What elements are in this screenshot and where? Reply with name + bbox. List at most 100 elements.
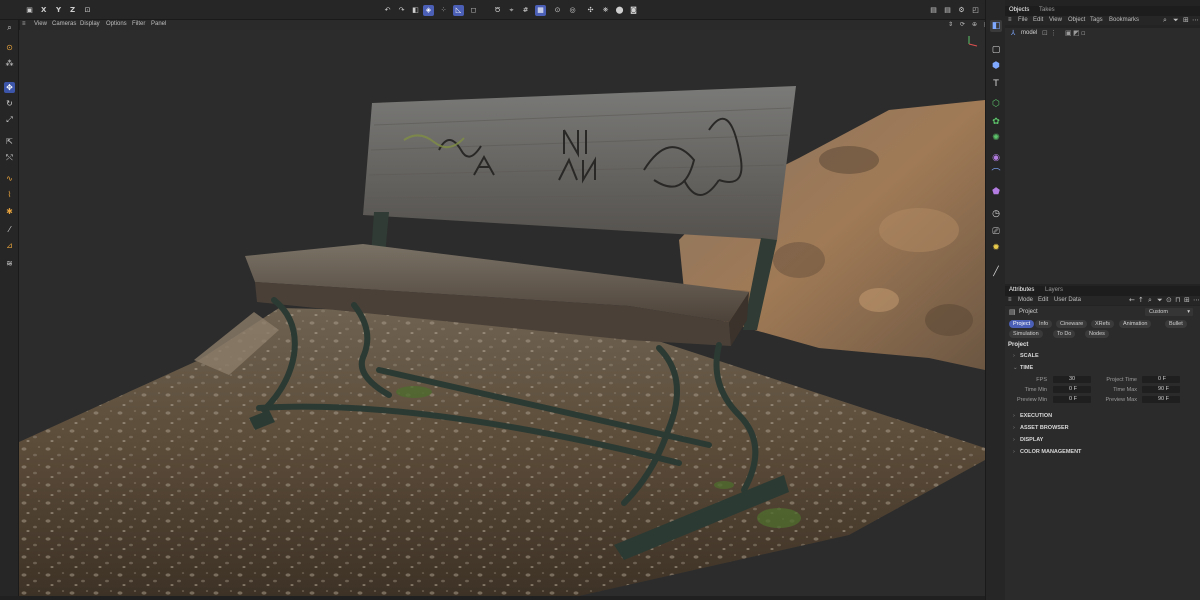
- brush-icon[interactable]: ⁄: [4, 224, 15, 235]
- phong-tag-icon[interactable]: ▫: [1081, 29, 1086, 37]
- attributes-menu-edit[interactable]: Edit: [1038, 297, 1048, 303]
- maximize-icon[interactable]: ◰: [970, 5, 981, 16]
- fps-field[interactable]: 30: [1053, 376, 1091, 383]
- section-scale[interactable]: › SCALE: [1013, 353, 1039, 359]
- attributes-hamburger-icon[interactable]: ≡: [1008, 297, 1012, 303]
- coordinate-system-icon[interactable]: ⊡: [82, 5, 93, 16]
- pen-icon[interactable]: ╱: [990, 266, 1002, 278]
- preset-dropdown[interactable]: Custom ▾: [1145, 308, 1193, 316]
- pill-xrefs[interactable]: XRefs: [1091, 320, 1114, 328]
- section-time[interactable]: ⌄ TIME: [1013, 365, 1033, 371]
- objects-search-icon[interactable]: ⌕: [1163, 16, 1167, 25]
- transform-tool-icon[interactable]: ⇱: [4, 136, 15, 147]
- deformer-icon[interactable]: ✺: [990, 132, 1002, 144]
- objects-menu-object[interactable]: Object: [1068, 17, 1085, 23]
- spline-primitive-icon[interactable]: ⌒: [990, 168, 1002, 180]
- rotate-tool-icon[interactable]: ↻: [4, 98, 15, 109]
- volume-icon[interactable]: ⬟: [990, 186, 1002, 198]
- axis-y-toggle[interactable]: Y: [56, 6, 61, 14]
- object-manager-icon[interactable]: ◧: [990, 20, 1002, 32]
- render-preset-icon[interactable]: ◙: [628, 5, 639, 16]
- objects-filter-icon[interactable]: ⏷: [1173, 16, 1179, 25]
- paint-icon[interactable]: ⊿: [4, 240, 15, 251]
- pill-animation[interactable]: Animation: [1119, 320, 1152, 328]
- menu-panel[interactable]: Panel: [151, 21, 166, 27]
- axis-tool-icon[interactable]: ⤲: [4, 152, 15, 163]
- attr-bookmark-icon[interactable]: ⊙: [1166, 296, 1172, 304]
- tab-takes[interactable]: Takes: [1039, 7, 1055, 13]
- render-picture-viewer-icon[interactable]: ⛯: [600, 5, 611, 16]
- search-icon[interactable]: ⌕: [4, 22, 15, 33]
- hud-icon[interactable]: ▤: [942, 5, 953, 16]
- snap-icon[interactable]: ⌖: [506, 5, 517, 16]
- pill-cineware[interactable]: Cineware: [1056, 320, 1088, 328]
- camera-icon[interactable]: ⎚: [990, 226, 1002, 238]
- render-settings-icon[interactable]: ◎: [567, 5, 578, 16]
- viewport-settings-icon[interactable]: ⚙: [956, 5, 967, 16]
- object-row-model[interactable]: ⅄ model ⊡ ⋮ ▣ ◩ ▫: [1009, 29, 1195, 37]
- polygon-pen-icon[interactable]: ✱: [4, 206, 15, 217]
- material-tag-icon[interactable]: ▣: [1065, 29, 1072, 37]
- knife-tool-icon[interactable]: ⌇: [4, 189, 15, 200]
- hamburger-icon[interactable]: ≡: [22, 21, 26, 27]
- section-asset-browser[interactable]: › ASSET BROWSER: [1013, 425, 1069, 431]
- menu-options[interactable]: Options: [106, 21, 127, 27]
- polygons-mode-icon[interactable]: ◻: [468, 5, 479, 16]
- pill-nodes[interactable]: Nodes: [1085, 330, 1109, 338]
- 3d-viewport[interactable]: [19, 30, 985, 596]
- pill-simulation[interactable]: Simulation: [1009, 330, 1043, 338]
- menu-display[interactable]: Display: [80, 21, 100, 27]
- back-arrow-icon[interactable]: ←: [1129, 296, 1135, 304]
- hair-tool-icon[interactable]: ≋: [4, 258, 15, 269]
- preview-max-field[interactable]: 90 F: [1142, 396, 1180, 403]
- texture-tag-icon[interactable]: ◩: [1073, 29, 1080, 37]
- menu-cameras[interactable]: Cameras: [52, 21, 76, 27]
- attributes-menu-mode[interactable]: Mode: [1018, 297, 1033, 303]
- section-execution[interactable]: › EXECUTION: [1013, 413, 1052, 419]
- attributes-menu-user-data[interactable]: User Data: [1054, 297, 1081, 303]
- axis-x-toggle[interactable]: X: [41, 6, 46, 14]
- preview-min-field[interactable]: 0 F: [1053, 396, 1091, 403]
- undo-icon[interactable]: ↶: [382, 5, 393, 16]
- spline-tool-icon[interactable]: ∿: [4, 173, 15, 184]
- section-color-management[interactable]: › COLOR MANAGEMENT: [1013, 449, 1081, 455]
- objects-menu-edit[interactable]: Edit: [1033, 17, 1043, 23]
- magnet-icon[interactable]: Ծ: [492, 5, 503, 16]
- objects-menu-bookmarks[interactable]: Bookmarks: [1109, 17, 1139, 23]
- pill-todo[interactable]: To Do: [1053, 330, 1076, 338]
- scene-icon[interactable]: ◷: [990, 208, 1002, 220]
- redo-icon[interactable]: ↷: [396, 5, 407, 16]
- layout-icon[interactable]: ▤: [928, 5, 939, 16]
- cube-icon[interactable]: ⬢: [990, 60, 1002, 72]
- render-view-icon[interactable]: ✣: [585, 5, 596, 16]
- pill-bullet[interactable]: Bullet: [1165, 320, 1187, 328]
- edges-mode-icon[interactable]: ◺: [453, 5, 464, 16]
- attr-more-icon[interactable]: ⋯: [1193, 296, 1200, 304]
- objects-more-icon[interactable]: ⋯: [1192, 16, 1199, 24]
- tab-attributes[interactable]: Attributes: [1009, 287, 1034, 293]
- light-icon[interactable]: ✹: [990, 242, 1002, 254]
- tab-objects[interactable]: Objects: [1009, 7, 1029, 13]
- menu-filter[interactable]: Filter: [132, 21, 145, 27]
- model-mode-icon[interactable]: ◈: [423, 5, 434, 16]
- render-region-icon[interactable]: ▣: [24, 5, 35, 16]
- object-enable-icon[interactable]: ⋮: [1050, 29, 1057, 37]
- frame-icon[interactable]: ▢: [990, 44, 1002, 56]
- pill-project[interactable]: Project: [1009, 320, 1035, 328]
- lock-icon[interactable]: ⊓: [1175, 296, 1180, 304]
- points-mode-icon[interactable]: ⁘: [438, 5, 449, 16]
- objects-hamburger-icon[interactable]: ≡: [1008, 17, 1012, 23]
- workplane-icon[interactable]: ▦: [535, 5, 546, 16]
- cube-object-icon[interactable]: ◧: [410, 5, 421, 16]
- grid-icon[interactable]: #: [520, 5, 531, 16]
- target-icon[interactable]: ⊙: [552, 5, 563, 16]
- objects-menu-file[interactable]: File: [1018, 17, 1028, 23]
- objects-new-icon[interactable]: ⊞: [1183, 16, 1189, 24]
- objects-menu-tags[interactable]: Tags: [1090, 17, 1103, 23]
- section-display[interactable]: › DISPLAY: [1013, 437, 1043, 443]
- scale-tool-icon[interactable]: ⤢: [4, 114, 15, 125]
- pill-info[interactable]: Info: [1035, 320, 1053, 328]
- axis-z-toggle[interactable]: Z: [70, 6, 75, 14]
- menu-view[interactable]: View: [34, 21, 47, 27]
- selection-icon[interactable]: ⁂: [4, 58, 15, 69]
